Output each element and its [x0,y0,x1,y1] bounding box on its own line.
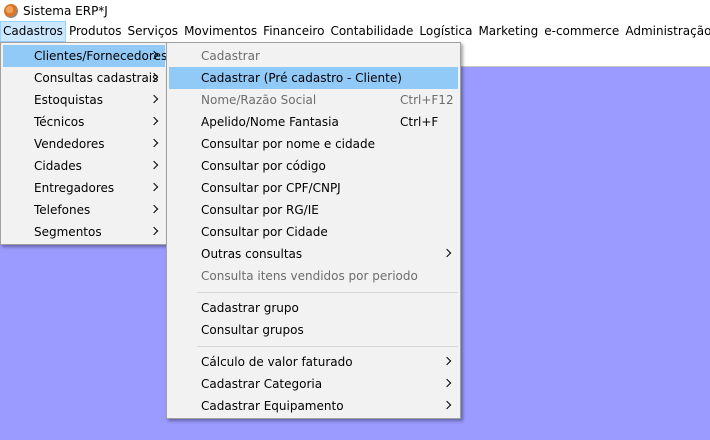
menu-servicos[interactable]: Serviços [125,21,182,42]
submenu-item-consultar-grupos[interactable]: Consultar grupos [169,319,458,341]
submenu-item-consultar-por-cidade[interactable]: Consultar por Cidade [169,221,458,243]
menu-item-label: Consultar por código [201,159,326,173]
chevron-right-icon [442,378,452,388]
menu-administracao[interactable]: Administração [622,21,710,42]
menu-item-label: Consultar grupos [201,323,304,337]
menu-item-tecnicos[interactable]: Técnicos [3,111,165,133]
menu-item-label: Consultas cadastrais [34,71,159,85]
submenu-item-nome-razao-social[interactable]: Nome/Razão Social Ctrl+F12 [169,89,458,111]
submenu-item-cadastrar-grupo[interactable]: Cadastrar grupo [169,297,458,319]
menu-item-label: Consultar por nome e cidade [201,137,375,151]
menu-produtos[interactable]: Produtos [66,21,125,42]
menu-item-label: Nome/Razão Social [201,93,317,107]
submenu-item-cadastrar-categoria[interactable]: Cadastrar Categoria [169,373,458,395]
menu-item-telefones[interactable]: Telefones [3,199,165,221]
chevron-right-icon [149,116,159,126]
menu-item-label: Outras consultas [201,247,303,261]
submenu-item-consultar-por-rg-ie[interactable]: Consultar por RG/IE [169,199,458,221]
submenu-item-consultar-por-nome-e-cidade[interactable]: Consultar por nome e cidade [169,133,458,155]
chevron-right-icon [149,94,159,104]
menu-item-label: Clientes/Fornecedores [34,49,168,63]
submenu-item-apelido-nome-fantasia[interactable]: Apelido/Nome Fantasia Ctrl+F [169,111,458,133]
chevron-right-icon [149,226,159,236]
chevron-right-icon [442,248,452,258]
menu-item-label: Cadastrar Equipamento [201,399,344,413]
chevron-right-icon [149,182,159,192]
submenu-item-outras-consultas[interactable]: Outras consultas [169,243,458,265]
clientes-fornecedores-submenu: Cadastrar Cadastrar (Pré cadastro - Clien… [166,42,461,419]
chevron-right-icon [149,160,159,170]
menu-item-label: Técnicos [34,115,85,129]
menu-item-label: Entregadores [34,181,115,195]
title-bar: Sistema ERP*J [0,0,710,21]
menu-financeiro[interactable]: Financeiro [260,21,327,42]
menu-item-label: Cadastrar grupo [201,301,299,315]
menu-item-label: Apelido/Nome Fantasia [201,115,339,129]
submenu-item-consultar-por-codigo[interactable]: Consultar por código [169,155,458,177]
menu-item-label: Cadastrar Categoria [201,377,323,391]
menu-e-commerce[interactable]: e-commerce [541,21,622,42]
chevron-right-icon [442,356,452,366]
menu-item-label: Telefones [34,203,91,217]
menu-item-label: Cadastrar [201,49,260,63]
menu-item-label: Consulta itens vendidos por periodo [201,269,418,283]
submenu-item-consulta-itens-vendidos-por-periodo[interactable]: Consulta itens vendidos por periodo [169,265,458,287]
menu-item-label: Estoquistas [34,93,103,107]
window-title: Sistema ERP*J [23,3,108,18]
menu-item-vendedores[interactable]: Vendedores [3,133,165,155]
menu-item-label: Segmentos [34,225,102,239]
chevron-right-icon [149,138,159,148]
shortcut-label: Ctrl+F [400,115,439,129]
menu-cadastros[interactable]: Cadastros [0,21,66,42]
menu-bar: Cadastros Produtos Serviços Movimentos Finan… [0,21,710,42]
submenu-item-cadastrar[interactable]: Cadastrar [169,45,458,67]
menu-item-cidades[interactable]: Cidades [3,155,165,177]
cadastros-dropdown: Clientes/Fornecedores Consultas cadastrai… [0,42,168,245]
menu-item-label: Consultar por CPF/CNPJ [201,181,341,195]
menu-item-label: Cadastrar (Pré cadastro - Cliente) [201,71,402,85]
menu-item-segmentos[interactable]: Segmentos [3,221,165,243]
menu-movimentos[interactable]: Movimentos [181,21,260,42]
menu-logistica[interactable]: Logística [416,21,475,42]
menu-item-label: Consultar por Cidade [201,225,328,239]
menu-separator [197,346,458,347]
menu-item-label: Cidades [34,159,82,173]
menu-contabilidade[interactable]: Contabilidade [327,21,416,42]
menu-item-label: Consultar por RG/IE [201,203,319,217]
menu-item-estoquistas[interactable]: Estoquistas [3,89,165,111]
menu-item-label: Vendedores [34,137,105,151]
menu-separator [197,292,458,293]
chevron-right-icon [442,400,452,410]
menu-item-entregadores[interactable]: Entregadores [3,177,165,199]
menu-item-consultas-cadastrais[interactable]: Consultas cadastrais [3,67,165,89]
shortcut-label: Ctrl+F12 [400,93,454,107]
chevron-right-icon [149,204,159,214]
submenu-item-cadastrar-pre-cadastro-cliente[interactable]: Cadastrar (Pré cadastro - Cliente) [169,67,458,89]
app-logo-icon [4,3,18,18]
menu-item-clientes-fornecedores[interactable]: Clientes/Fornecedores [3,45,168,67]
menu-item-label: Cálculo de valor faturado [201,355,353,369]
submenu-item-calculo-de-valor-faturado[interactable]: Cálculo de valor faturado [169,351,458,373]
submenu-item-cadastrar-equipamento[interactable]: Cadastrar Equipamento [169,395,458,417]
menu-marketing[interactable]: Marketing [475,21,541,42]
submenu-item-consultar-por-cpf-cnpj[interactable]: Consultar por CPF/CNPJ [169,177,458,199]
